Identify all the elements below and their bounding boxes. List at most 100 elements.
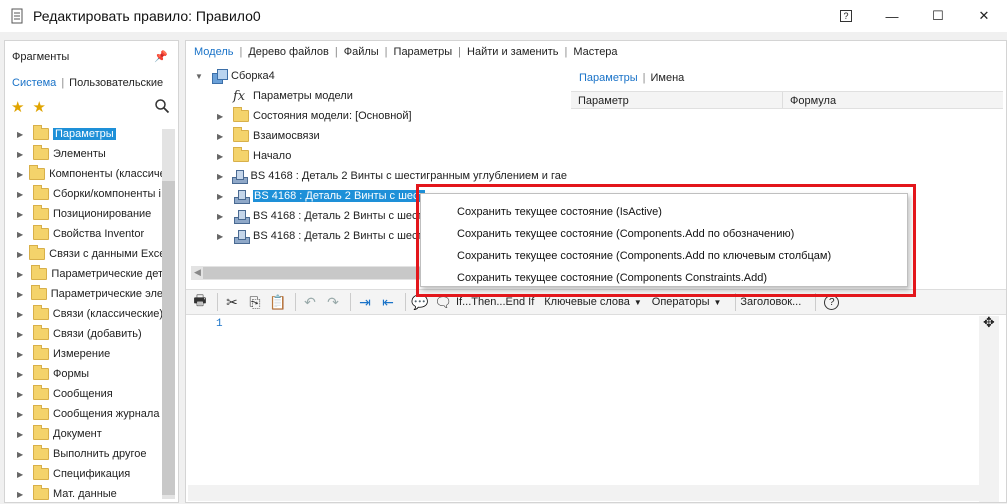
code-editor[interactable]: 1: [186, 316, 979, 486]
folder-icon: [233, 107, 249, 122]
expand-arrow-icon[interactable]: ▶: [217, 192, 227, 201]
expand-arrow-icon[interactable]: ▶: [217, 172, 225, 181]
expand-arrow-icon[interactable]: ▶: [17, 370, 27, 379]
expand-arrow-icon[interactable]: ▶: [17, 490, 27, 499]
operators-dropdown[interactable]: Операторы ▼: [652, 296, 722, 308]
if-then-dropdown[interactable]: If...Then...End If: [456, 296, 534, 308]
folder-icon: [33, 485, 49, 500]
fragment-item[interactable]: ▶ Связи (добавить): [5, 324, 163, 344]
tab-params[interactable]: Параметры: [579, 72, 638, 84]
search-icon[interactable]: [154, 98, 170, 114]
column-formula[interactable]: Формула: [783, 92, 836, 108]
expand-arrow-icon[interactable]: ▶: [17, 390, 27, 399]
tree-item[interactable]: fx Параметры модели: [189, 86, 567, 106]
cut-icon[interactable]: ✂: [222, 292, 242, 312]
expand-arrow-icon[interactable]: ▶: [17, 250, 23, 259]
fragment-item[interactable]: ▶ Сообщения журнала: [5, 404, 163, 424]
undo-icon[interactable]: ↶: [300, 292, 320, 312]
folder-icon: [33, 445, 49, 460]
tab-files[interactable]: Файлы: [344, 46, 379, 58]
folder-icon: [33, 405, 49, 420]
part-icon: [233, 209, 250, 224]
splitter-move-icon[interactable]: ✥: [983, 314, 995, 331]
tab-user[interactable]: Пользовательские: [69, 77, 163, 89]
collapse-arrow-icon[interactable]: ▼: [195, 72, 205, 81]
tab-model[interactable]: Модель: [194, 46, 233, 58]
expand-arrow-icon[interactable]: ▶: [17, 230, 27, 239]
outdent-icon[interactable]: ⇤: [378, 292, 398, 312]
fragment-item[interactable]: ▶ Документ: [5, 424, 163, 444]
expand-arrow-icon[interactable]: ▶: [17, 310, 27, 319]
scroll-left-icon[interactable]: ◀: [194, 267, 201, 278]
tree-item[interactable]: ▶ BS 4168 : Деталь 2 Винты с шестигранны…: [189, 166, 567, 186]
expand-arrow-icon[interactable]: ▶: [17, 450, 27, 459]
folder-icon: [233, 147, 249, 162]
tab-wizards[interactable]: Мастера: [573, 46, 617, 58]
expand-arrow-icon[interactable]: ▶: [17, 350, 27, 359]
expand-arrow-icon[interactable]: ▶: [217, 132, 227, 141]
fragment-item[interactable]: ▶ Позиционирование: [5, 204, 163, 224]
rule-editor-icon: [11, 8, 23, 24]
editor-vscrollbar[interactable]: ✥: [979, 314, 999, 502]
expand-arrow-icon[interactable]: ▶: [17, 270, 25, 279]
tab-system[interactable]: Система: [12, 77, 56, 89]
fragment-item[interactable]: ▶ Параметрические дет: [5, 264, 163, 284]
header-button[interactable]: Заголовок...: [740, 296, 801, 308]
paste-icon[interactable]: 📋: [268, 292, 288, 312]
expand-arrow-icon[interactable]: ▶: [17, 430, 27, 439]
expand-arrow-icon[interactable]: ▶: [217, 152, 227, 161]
expand-arrow-icon[interactable]: ▶: [17, 170, 23, 179]
fragment-item[interactable]: ▶ Мат. данные: [5, 484, 163, 504]
expand-arrow-icon[interactable]: ▶: [217, 112, 227, 121]
tab-names[interactable]: Имена: [651, 72, 685, 84]
fragment-item[interactable]: ▶ Параметры: [5, 124, 163, 144]
expand-arrow-icon[interactable]: ▶: [217, 212, 227, 221]
tree-root[interactable]: ▼ Сборка4: [189, 66, 567, 86]
tree-item[interactable]: ▶ Начало: [189, 146, 567, 166]
expand-arrow-icon[interactable]: ▶: [17, 190, 27, 199]
maximize-button[interactable]: ☐: [915, 0, 961, 32]
expand-arrow-icon[interactable]: ▶: [217, 232, 227, 241]
fragment-item[interactable]: ▶ Свойства Inventor: [5, 224, 163, 244]
add-favorite-star-icon[interactable]: ★: [32, 98, 45, 116]
fragment-item[interactable]: ▶ Сообщения: [5, 384, 163, 404]
expand-arrow-icon[interactable]: ▶: [17, 290, 25, 299]
minimize-button[interactable]: —: [869, 0, 915, 32]
expand-arrow-icon[interactable]: ▶: [17, 330, 27, 339]
fragment-item[interactable]: ▶ Связи (классические): [5, 304, 163, 324]
expand-arrow-icon[interactable]: ▶: [17, 150, 27, 159]
redo-icon[interactable]: ↷: [323, 292, 343, 312]
favorite-star-icon[interactable]: ★: [11, 98, 24, 116]
fragment-item[interactable]: ▶ Сборки/компоненты i: [5, 184, 163, 204]
tree-item[interactable]: ▶ Взаимосвязи: [189, 126, 567, 146]
fragment-item[interactable]: ▶ Параметрические эле: [5, 284, 163, 304]
fragment-item[interactable]: ▶ Формы: [5, 364, 163, 384]
fragment-item[interactable]: ▶ Измерение: [5, 344, 163, 364]
tab-find-replace[interactable]: Найти и заменить: [467, 46, 558, 58]
editor-hscrollbar[interactable]: [188, 485, 979, 501]
fragment-item[interactable]: ▶ Выполнить другое: [5, 444, 163, 464]
tree-item[interactable]: ▶ Состояния модели: [Основной]: [189, 106, 567, 126]
tab-file-tree[interactable]: Дерево файлов: [248, 46, 329, 58]
copy-icon[interactable]: ⎘: [245, 292, 265, 312]
column-parameter[interactable]: Параметр: [571, 92, 783, 108]
fragment-item[interactable]: ▶ Связи с данными Exce: [5, 244, 163, 264]
fragment-item[interactable]: ▶ Компоненты (классиче: [5, 164, 163, 184]
keywords-dropdown[interactable]: Ключевые слова ▼: [544, 296, 642, 308]
folder-icon: [31, 265, 48, 280]
folder-icon: [33, 365, 49, 380]
close-button[interactable]: ✕: [961, 0, 1007, 32]
title-bar: Редактировать правило: Правило0 ? — ☐ ✕: [0, 0, 1007, 32]
help-button[interactable]: ?: [823, 0, 869, 32]
indent-icon[interactable]: ⇥: [355, 292, 375, 312]
fragments-scroll-thumb[interactable]: [162, 181, 175, 495]
expand-arrow-icon[interactable]: ▶: [17, 130, 27, 139]
expand-arrow-icon[interactable]: ▶: [17, 410, 27, 419]
tab-parameters[interactable]: Параметры: [394, 46, 453, 58]
fragment-item[interactable]: ▶ Спецификация: [5, 464, 163, 484]
print-icon[interactable]: 🖶: [190, 292, 210, 312]
fragment-item[interactable]: ▶ Элементы: [5, 144, 163, 164]
expand-arrow-icon[interactable]: ▶: [17, 210, 27, 219]
pin-icon[interactable]: 📌: [154, 50, 168, 63]
expand-arrow-icon[interactable]: ▶: [17, 470, 27, 479]
